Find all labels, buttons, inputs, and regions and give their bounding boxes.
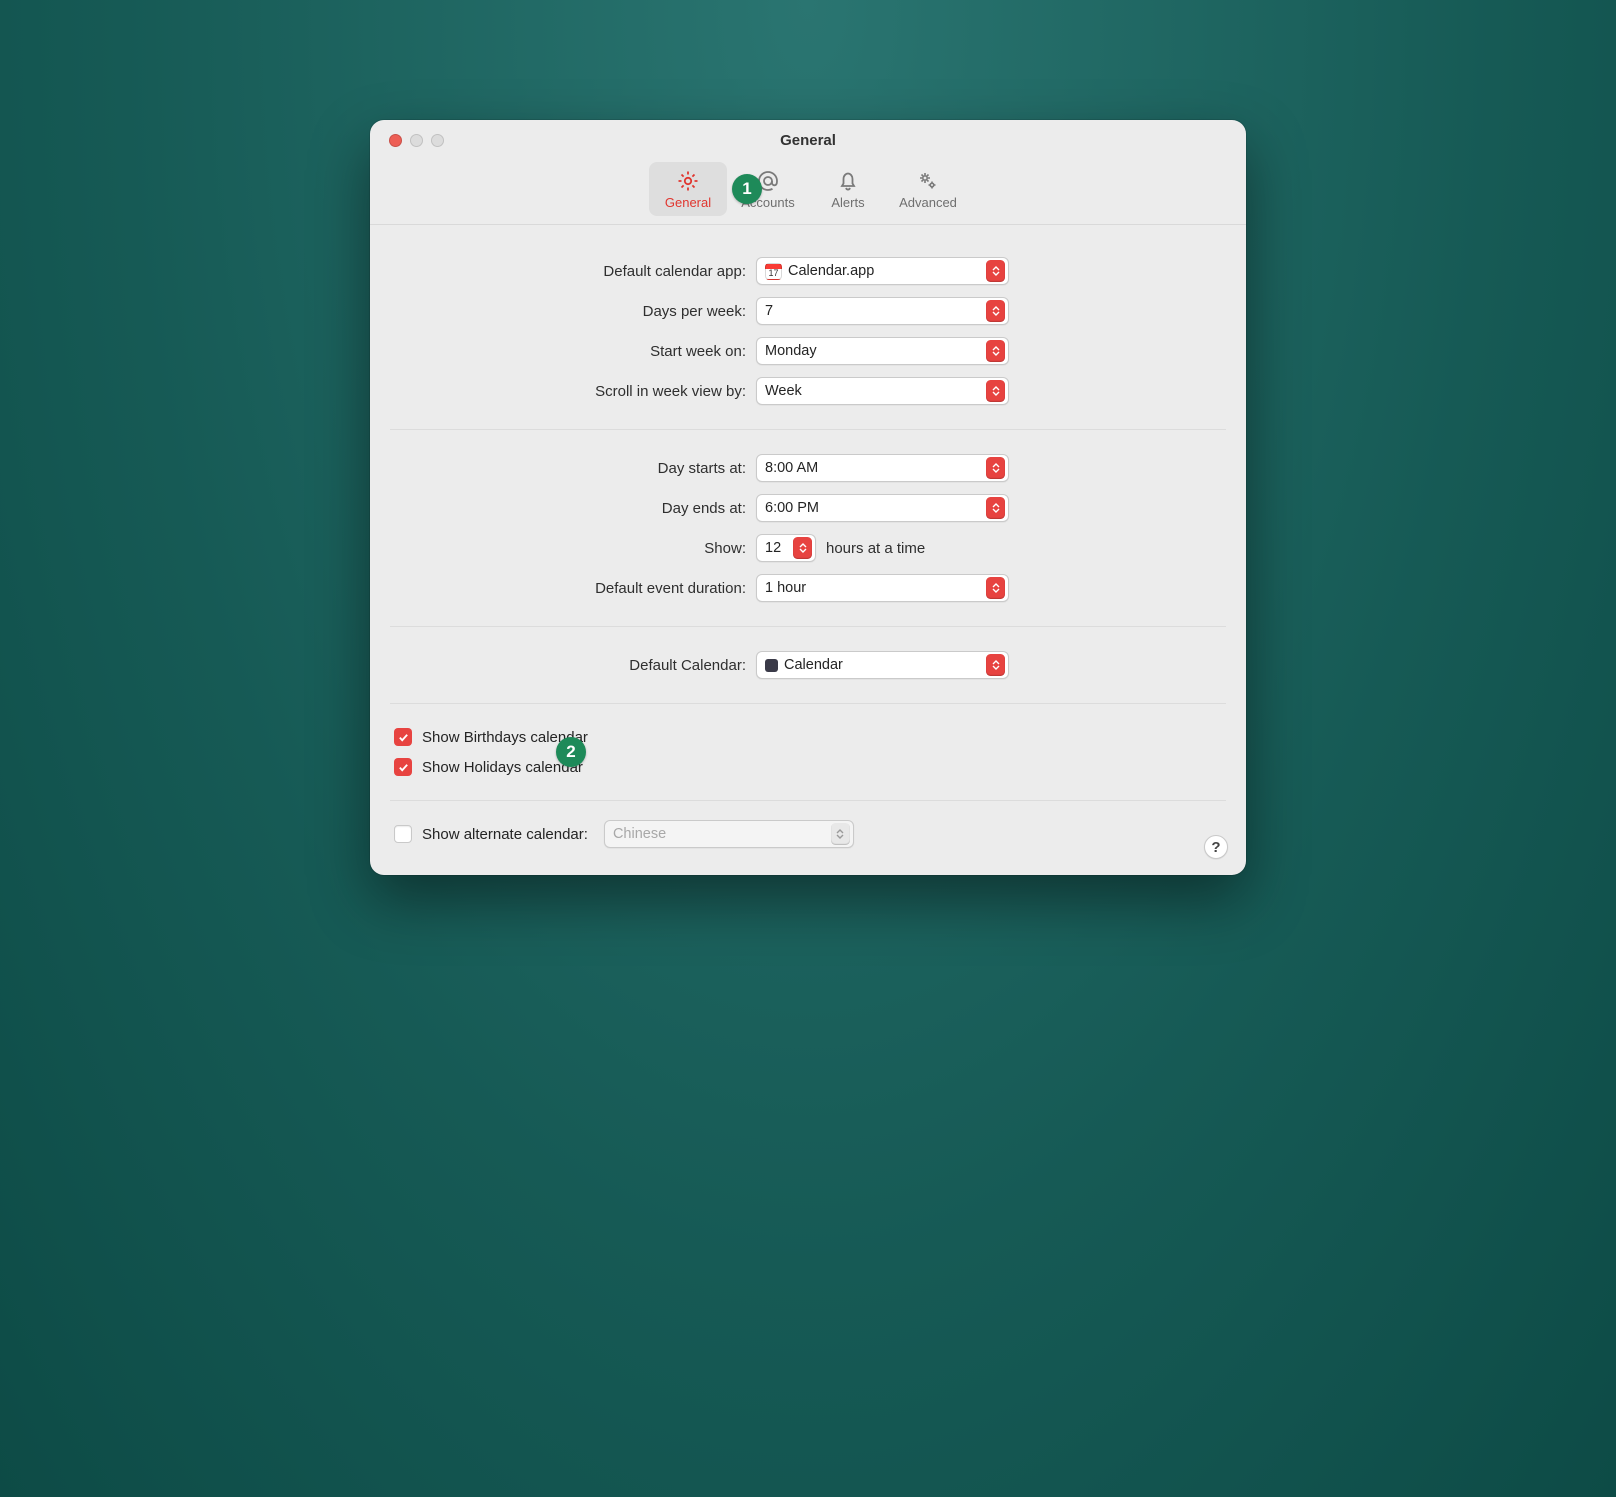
tab-general[interactable]: General bbox=[649, 162, 727, 216]
annotation-badge-1: 1 bbox=[732, 174, 762, 204]
tab-advanced[interactable]: Advanced bbox=[889, 162, 967, 216]
preferences-window: General 1 2 General Accounts bbox=[370, 120, 1246, 875]
chevron-up-down-icon bbox=[986, 380, 1005, 402]
row-default-calendar: Default Calendar: Calendar bbox=[390, 645, 1226, 685]
default-event-duration-select[interactable]: 1 hour bbox=[756, 574, 1009, 602]
close-window-button[interactable] bbox=[389, 134, 402, 147]
tab-label: General bbox=[665, 195, 711, 210]
row-day-starts-at: Day starts at: 8:00 AM bbox=[390, 448, 1226, 488]
select-value: Week bbox=[765, 383, 802, 399]
alternate-calendar-select[interactable]: Chinese bbox=[604, 820, 854, 848]
label: Day starts at: bbox=[390, 460, 756, 477]
show-holidays-row: Show Holidays calendar bbox=[390, 752, 1226, 782]
chevron-up-down-icon bbox=[831, 823, 850, 845]
calendar-app-icon: 17 bbox=[765, 263, 782, 280]
chevron-up-down-icon bbox=[986, 654, 1005, 676]
label: Default Calendar: bbox=[390, 657, 756, 674]
chevron-up-down-icon bbox=[793, 537, 812, 559]
window-title: General bbox=[780, 132, 836, 149]
days-per-week-select[interactable]: 7 bbox=[756, 297, 1009, 325]
day-starts-at-select[interactable]: 8:00 AM bbox=[756, 454, 1009, 482]
divider bbox=[390, 626, 1226, 627]
select-value: 1 hour bbox=[765, 580, 806, 596]
traffic-lights bbox=[389, 134, 444, 147]
help-button[interactable]: ? bbox=[1204, 835, 1228, 859]
select-value: 8:00 AM bbox=[765, 460, 818, 476]
row-days-per-week: Days per week: 7 bbox=[390, 291, 1226, 331]
row-show-hours: Show: 12 hours at a time bbox=[390, 528, 1226, 568]
select-value: 12 bbox=[765, 540, 781, 556]
label: Default event duration: bbox=[390, 580, 756, 597]
bell-icon bbox=[836, 169, 860, 193]
show-alternate-row: Show alternate calendar: Chinese bbox=[390, 819, 1226, 849]
titlebar: General bbox=[370, 120, 1246, 160]
minimize-window-button[interactable] bbox=[410, 134, 423, 147]
section-default-calendar: Default Calendar: Calendar bbox=[390, 641, 1226, 689]
chevron-up-down-icon bbox=[986, 457, 1005, 479]
chevron-up-down-icon bbox=[986, 497, 1005, 519]
show-hours-suffix: hours at a time bbox=[826, 540, 925, 557]
chevron-up-down-icon bbox=[986, 300, 1005, 322]
divider bbox=[390, 429, 1226, 430]
select-value: Chinese bbox=[613, 826, 666, 842]
chevron-up-down-icon bbox=[986, 577, 1005, 599]
show-birthdays-checkbox[interactable] bbox=[394, 728, 412, 746]
checkbox-label: Show alternate calendar: bbox=[422, 826, 588, 843]
calendar-color-icon bbox=[765, 659, 778, 672]
section-day: Day starts at: 8:00 AM Day ends at: 6: bbox=[390, 444, 1226, 612]
content: Default calendar app: 17 Calendar.app bbox=[370, 225, 1246, 875]
gears-icon bbox=[916, 169, 940, 193]
label: Start week on: bbox=[390, 343, 756, 360]
label: Default calendar app: bbox=[390, 263, 756, 280]
chevron-up-down-icon bbox=[986, 340, 1005, 362]
show-hours-select[interactable]: 12 bbox=[756, 534, 816, 562]
tab-label: Advanced bbox=[899, 195, 957, 210]
row-default-event-duration: Default event duration: 1 hour bbox=[390, 568, 1226, 608]
section-checkboxes: Show Birthdays calendar Show Holidays ca… bbox=[390, 718, 1226, 786]
day-ends-at-select[interactable]: 6:00 PM bbox=[756, 494, 1009, 522]
label: Show: bbox=[390, 540, 756, 557]
row-scroll-week-view: Scroll in week view by: Week bbox=[390, 371, 1226, 411]
divider bbox=[390, 800, 1226, 801]
chevron-up-down-icon bbox=[986, 260, 1005, 282]
label: Days per week: bbox=[390, 303, 756, 320]
select-value: 6:00 PM bbox=[765, 500, 819, 516]
divider bbox=[390, 703, 1226, 704]
label: Day ends at: bbox=[390, 500, 756, 517]
select-value: Monday bbox=[765, 343, 817, 359]
zoom-window-button[interactable] bbox=[431, 134, 444, 147]
select-value: 7 bbox=[765, 303, 773, 319]
toolbar: General Accounts Alerts bbox=[370, 160, 1246, 225]
scroll-week-view-select[interactable]: Week bbox=[756, 377, 1009, 405]
tab-alerts[interactable]: Alerts bbox=[809, 162, 887, 216]
select-value: Calendar bbox=[784, 657, 843, 673]
section-app-week: Default calendar app: 17 Calendar.app bbox=[390, 247, 1226, 415]
row-default-calendar-app: Default calendar app: 17 Calendar.app bbox=[390, 251, 1226, 291]
annotation-badge-2: 2 bbox=[556, 737, 586, 767]
section-alternate: Show alternate calendar: Chinese bbox=[390, 815, 1226, 855]
default-calendar-select[interactable]: Calendar bbox=[756, 651, 1009, 679]
row-day-ends-at: Day ends at: 6:00 PM bbox=[390, 488, 1226, 528]
start-week-on-select[interactable]: Monday bbox=[756, 337, 1009, 365]
default-calendar-app-select[interactable]: 17 Calendar.app bbox=[756, 257, 1009, 285]
tab-label: Alerts bbox=[831, 195, 864, 210]
show-holidays-checkbox[interactable] bbox=[394, 758, 412, 776]
show-alternate-checkbox[interactable] bbox=[394, 825, 412, 843]
gear-icon bbox=[676, 169, 700, 193]
show-birthdays-row: Show Birthdays calendar bbox=[390, 722, 1226, 752]
select-value: Calendar.app bbox=[788, 263, 874, 279]
label: Scroll in week view by: bbox=[390, 383, 756, 400]
row-start-week-on: Start week on: Monday bbox=[390, 331, 1226, 371]
